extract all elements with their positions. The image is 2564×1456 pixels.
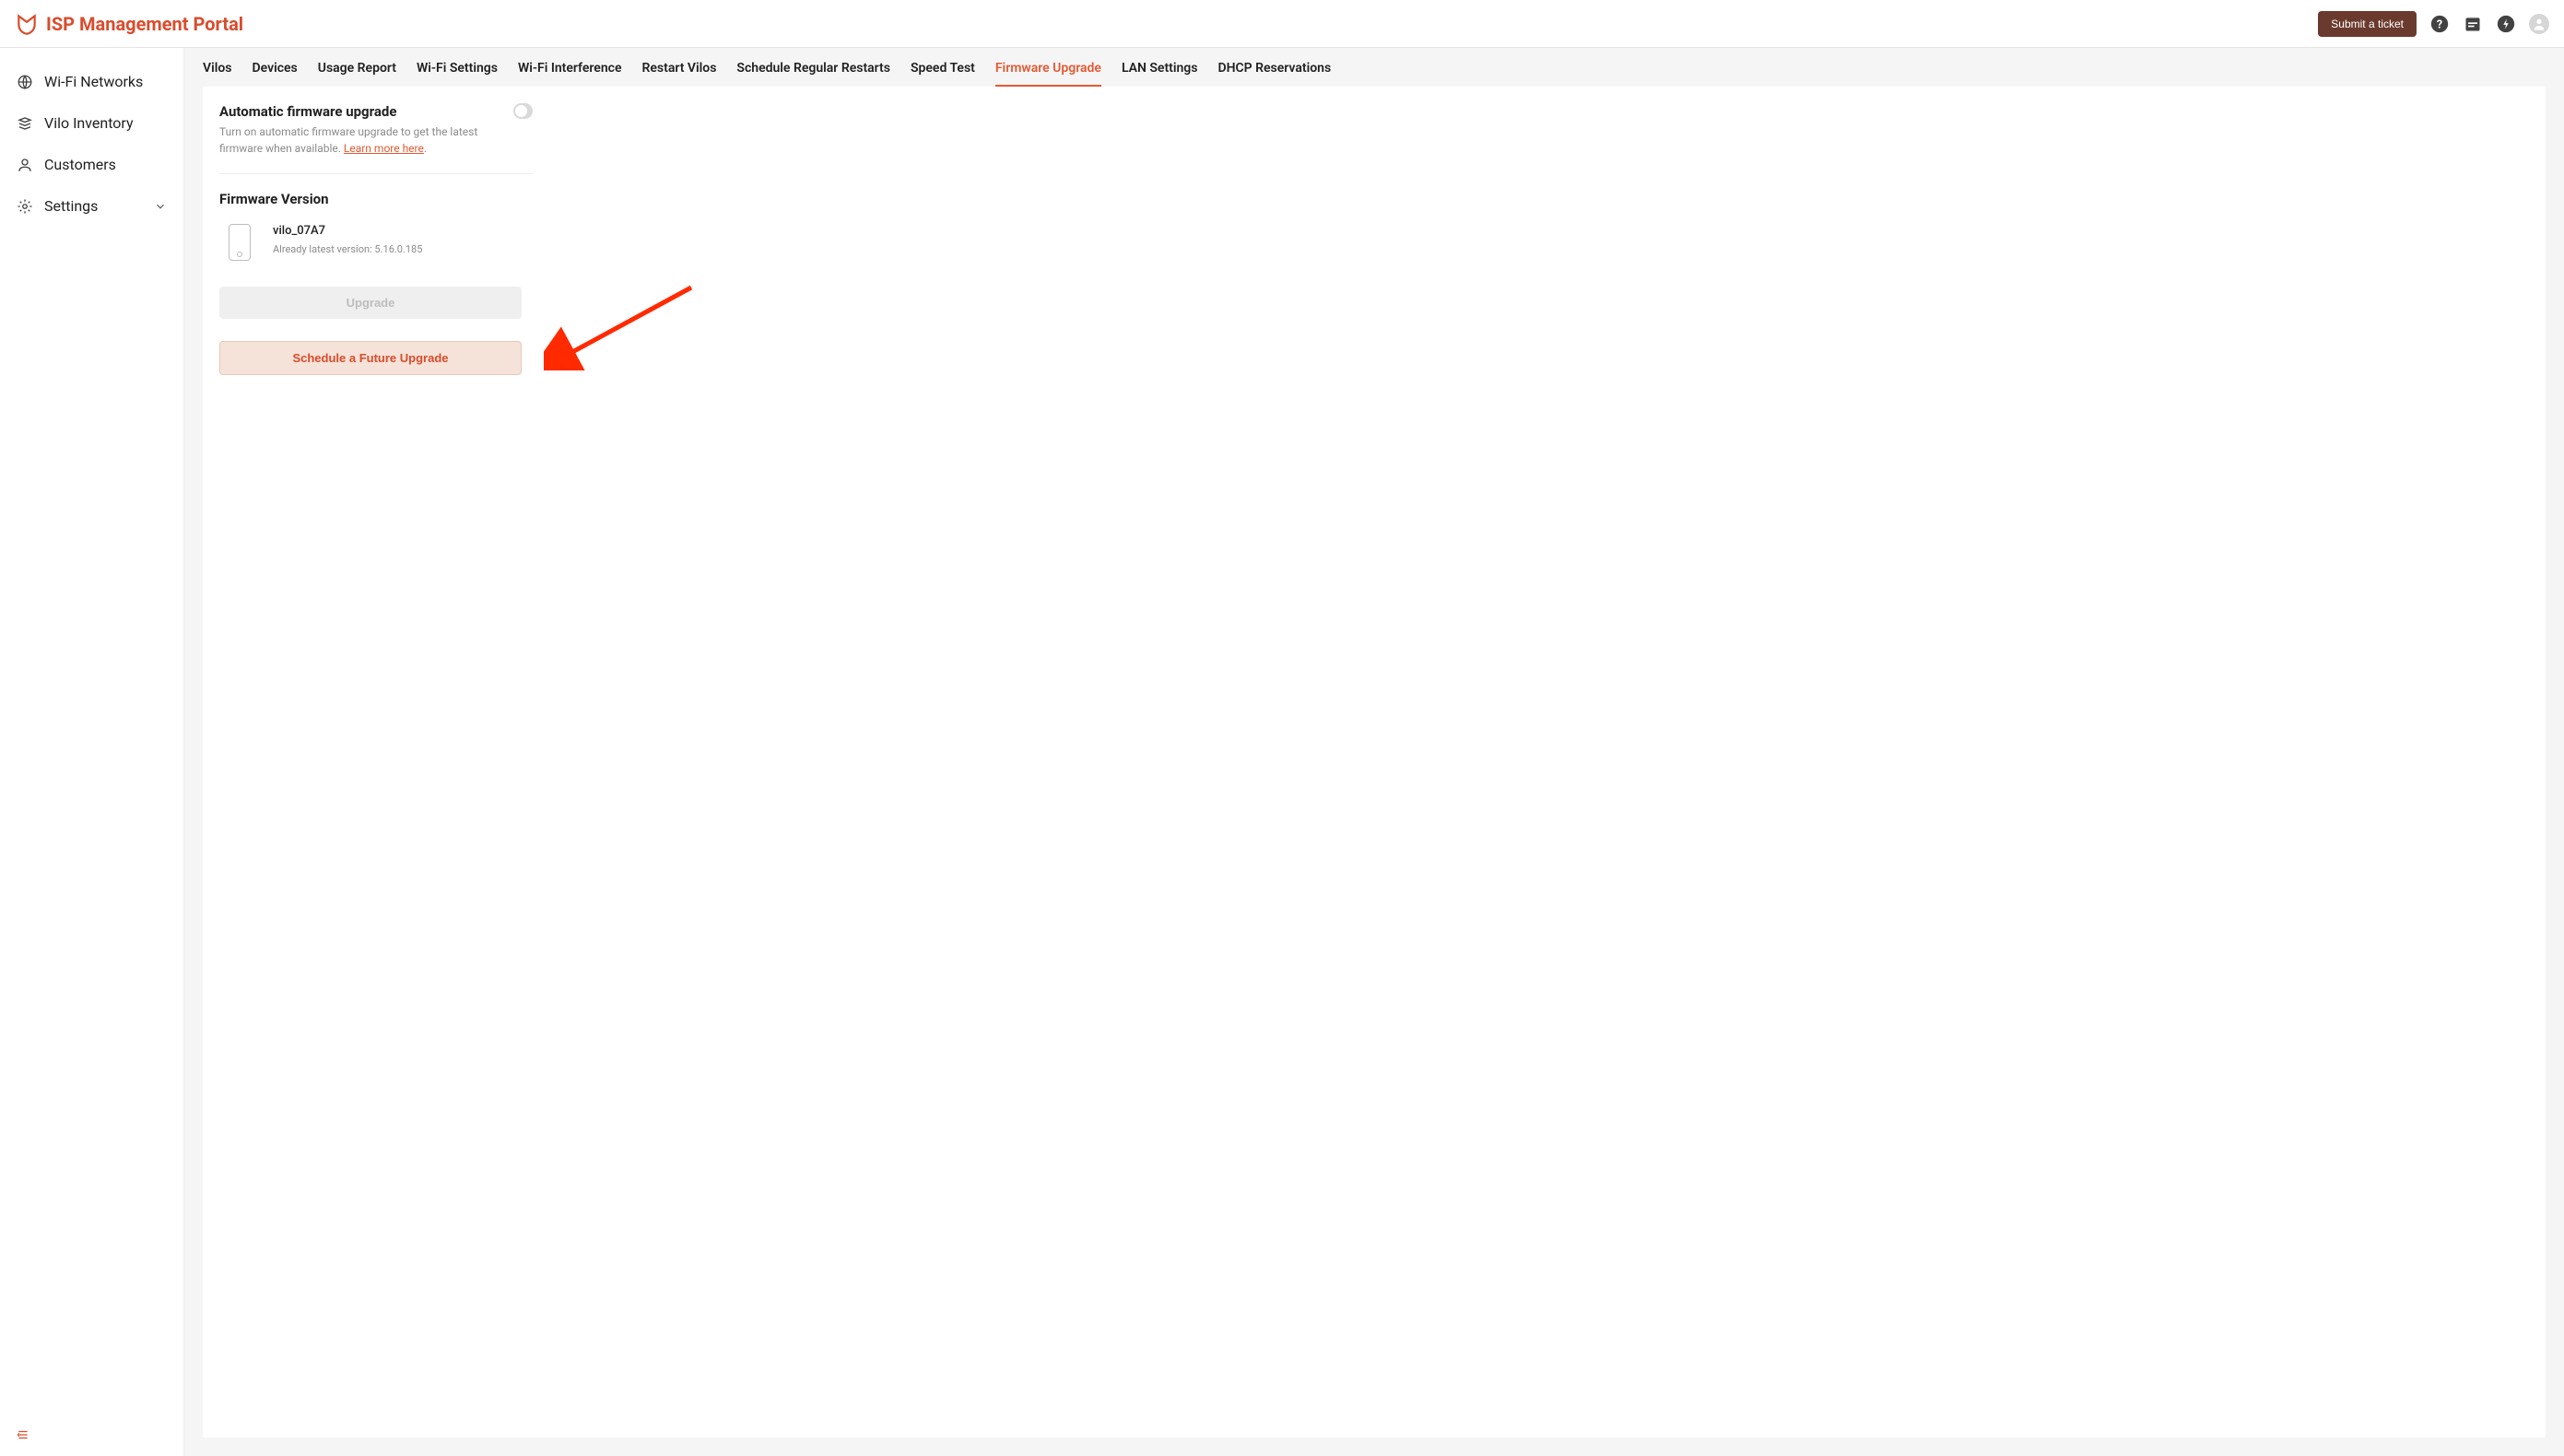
tab-dhcp-reservations[interactable]: DHCP Reservations: [1217, 61, 1331, 87]
person-icon: [17, 157, 33, 173]
main-area: Vilos Devices Usage Report Wi-Fi Setting…: [184, 48, 2564, 1456]
lightning-icon[interactable]: [2496, 14, 2516, 34]
sidebar-item-customers[interactable]: Customers: [0, 144, 183, 185]
tab-speed-test[interactable]: Speed Test: [911, 61, 975, 87]
auto-upgrade-description: Turn on automatic firmware upgrade to ge…: [219, 123, 513, 157]
stack-icon: [17, 115, 33, 132]
help-icon[interactable]: ?: [2429, 14, 2450, 34]
device-name: vilo_07A7: [273, 224, 422, 238]
tab-restart-vilos[interactable]: Restart Vilos: [642, 61, 717, 87]
tab-devices[interactable]: Devices: [253, 61, 298, 87]
brand-title: ISP Management Portal: [46, 13, 243, 35]
sidebar-collapse-button[interactable]: [0, 1414, 183, 1456]
content-panel: Automatic firmware upgrade Turn on autom…: [203, 87, 2546, 1438]
header-actions: Submit a ticket ?: [2318, 11, 2549, 37]
app-header: ISP Management Portal Submit a ticket ?: [0, 0, 2564, 48]
upgrade-button: Upgrade: [219, 287, 522, 319]
gear-icon: [17, 198, 33, 215]
tab-schedule-restarts[interactable]: Schedule Regular Restarts: [736, 61, 890, 87]
auto-upgrade-title: Automatic firmware upgrade: [219, 103, 513, 120]
tab-lan-settings[interactable]: LAN Settings: [1122, 61, 1198, 87]
user-avatar-icon[interactable]: [2529, 14, 2549, 34]
sidebar-item-settings[interactable]: Settings: [0, 185, 183, 227]
tab-wifi-interference[interactable]: Wi-Fi Interference: [518, 61, 622, 87]
tab-firmware-upgrade[interactable]: Firmware Upgrade: [995, 61, 1101, 87]
sidebar-item-label: Vilo Inventory: [44, 114, 134, 132]
calendar-icon[interactable]: [2463, 14, 2483, 34]
tab-wifi-settings[interactable]: Wi-Fi Settings: [417, 61, 498, 87]
svg-text:?: ?: [2437, 18, 2442, 31]
sidebar: Wi-Fi Networks Vilo Inventory Customers …: [0, 48, 184, 1456]
sidebar-item-label: Settings: [44, 197, 98, 215]
tab-usage-report[interactable]: Usage Report: [318, 61, 396, 87]
schedule-upgrade-button[interactable]: Schedule a Future Upgrade: [219, 341, 522, 375]
device-icon: [229, 224, 251, 261]
firmware-version-title: Firmware Version: [219, 191, 533, 207]
sidebar-item-vilo-inventory[interactable]: Vilo Inventory: [0, 102, 183, 144]
divider: [219, 173, 533, 174]
brand-logo-icon: [15, 12, 39, 36]
sidebar-item-label: Wi-Fi Networks: [44, 73, 143, 90]
device-status: Already latest version: 5.16.0.185: [273, 243, 422, 255]
sidebar-item-wifi-networks[interactable]: Wi-Fi Networks: [0, 61, 183, 102]
brand: ISP Management Portal: [15, 12, 243, 36]
tab-vilos[interactable]: Vilos: [203, 61, 232, 87]
sidebar-item-label: Customers: [44, 156, 116, 173]
annotation-arrow-icon: [544, 278, 700, 370]
chevron-down-icon: [154, 200, 167, 213]
device-row: vilo_07A7 Already latest version: 5.16.0…: [219, 224, 533, 261]
auto-upgrade-toggle[interactable]: [513, 103, 533, 119]
tabs: Vilos Devices Usage Report Wi-Fi Setting…: [184, 48, 2564, 87]
globe-icon: [17, 74, 33, 90]
submit-ticket-button[interactable]: Submit a ticket: [2318, 11, 2417, 37]
learn-more-link[interactable]: Learn more here: [344, 142, 424, 155]
